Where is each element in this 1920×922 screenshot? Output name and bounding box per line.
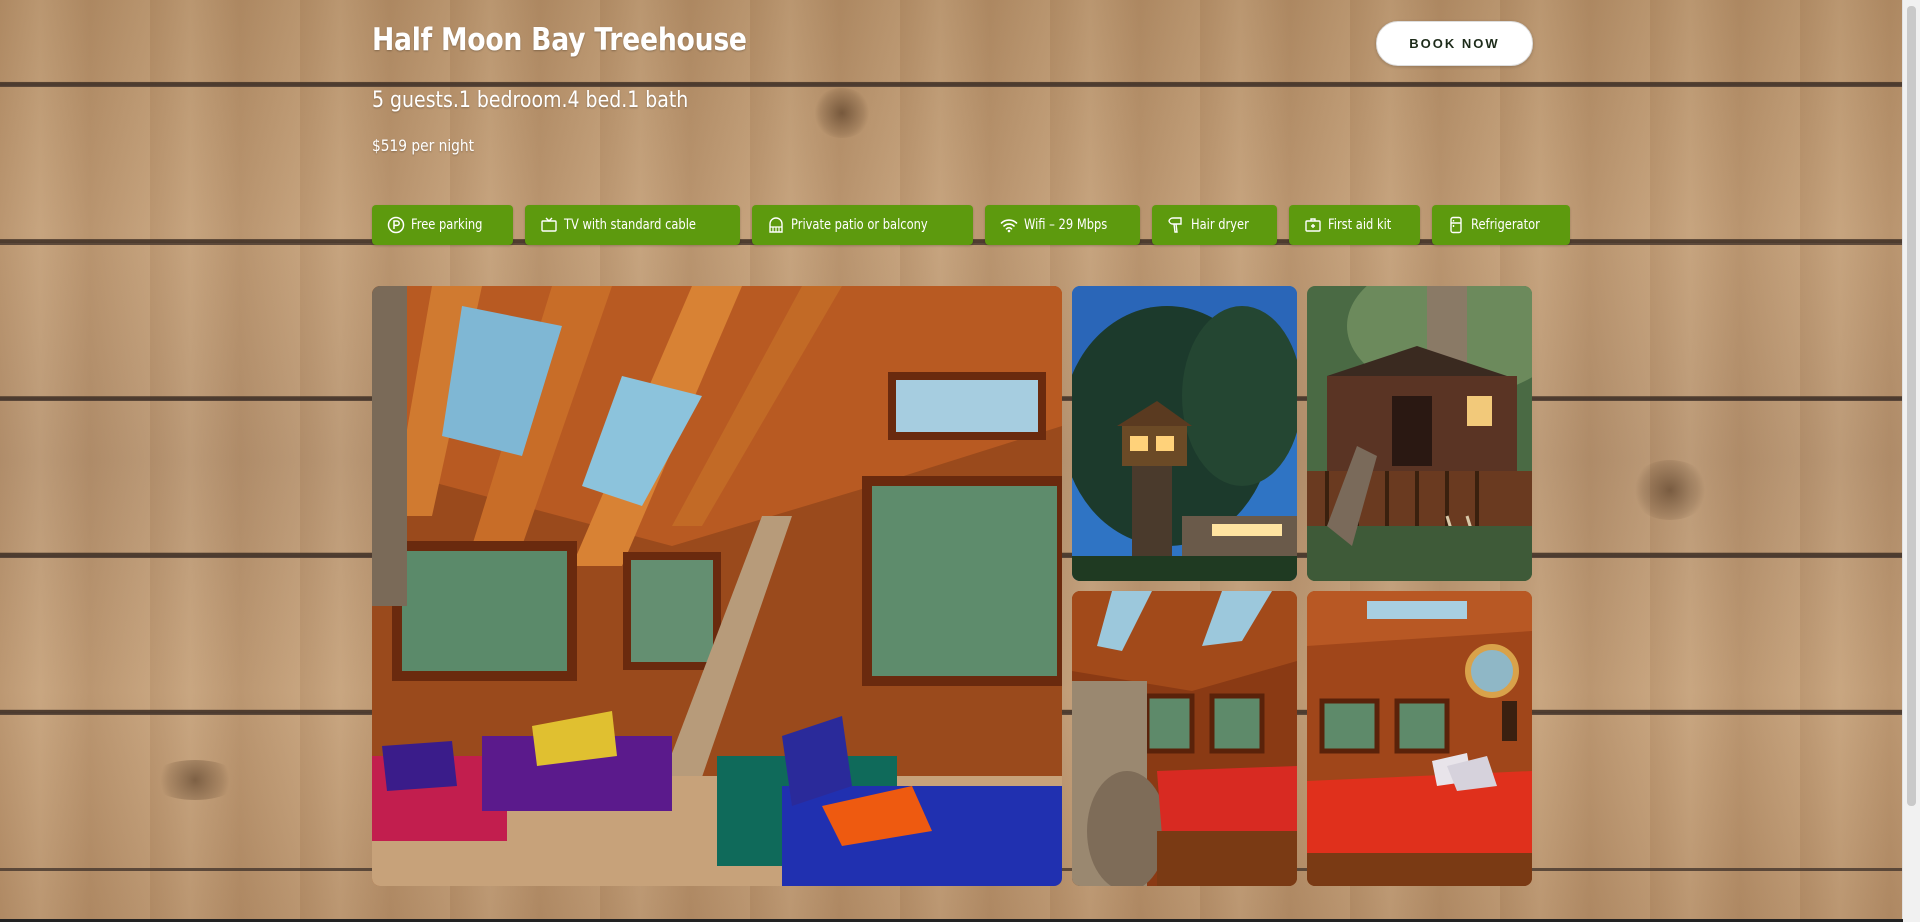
amenity-label: Free parking (411, 217, 483, 233)
refrigerator-icon (1447, 216, 1465, 234)
amenity-patio[interactable]: Private patio or balcony (752, 205, 973, 245)
amenity-label: Private patio or balcony (791, 217, 928, 233)
amenity-label: Wifi – 29 Mbps (1023, 217, 1108, 233)
book-now-button[interactable]: BOOK NOW (1376, 21, 1533, 66)
amenity-refrigerator[interactable]: Refrigerator (1432, 205, 1570, 245)
scrollbar-thumb[interactable] (1907, 6, 1916, 806)
listing-summary: 5 guests.1 bedroom.4 bed.1 bath (372, 88, 689, 113)
amenity-wifi[interactable]: Wifi – 29 Mbps (984, 205, 1141, 245)
amenity-label: TV with standard cable (564, 217, 697, 233)
amenity-tv[interactable]: TV with standard cable (525, 205, 741, 245)
amenities-list: Free parking TV with standard cable Priv… (372, 205, 1570, 245)
treehouse-night-photo[interactable] (1072, 286, 1297, 581)
amenity-hair-dryer[interactable]: Hair dryer (1152, 205, 1277, 245)
hair-dryer-icon (1167, 216, 1185, 234)
amenity-first-aid[interactable]: First aid kit (1288, 205, 1421, 245)
listing-title: Half Moon Bay Treehouse (372, 22, 747, 58)
bedroom-porthole-photo[interactable] (1307, 591, 1532, 886)
bedroom-skylight-photo[interactable] (1072, 591, 1297, 886)
treehouse-deck-photo[interactable] (1307, 286, 1532, 581)
tv-icon (540, 216, 558, 234)
amenity-free-parking[interactable]: Free parking (372, 205, 514, 245)
parking-icon (387, 216, 405, 234)
patio-icon (767, 216, 785, 234)
wood-knot (150, 760, 240, 800)
amenity-label: First aid kit (1327, 217, 1392, 233)
wood-knot (1630, 460, 1710, 520)
wood-knot (812, 88, 872, 138)
page-scrollbar[interactable] (1902, 0, 1920, 922)
wifi-icon (1000, 216, 1018, 234)
listing-price: $519 per night (372, 136, 475, 155)
amenity-label: Hair dryer (1191, 217, 1250, 233)
main-interior-photo[interactable] (372, 286, 1062, 886)
first-aid-icon (1304, 216, 1322, 234)
plank-divider (0, 84, 1903, 87)
amenity-label: Refrigerator (1471, 217, 1540, 233)
